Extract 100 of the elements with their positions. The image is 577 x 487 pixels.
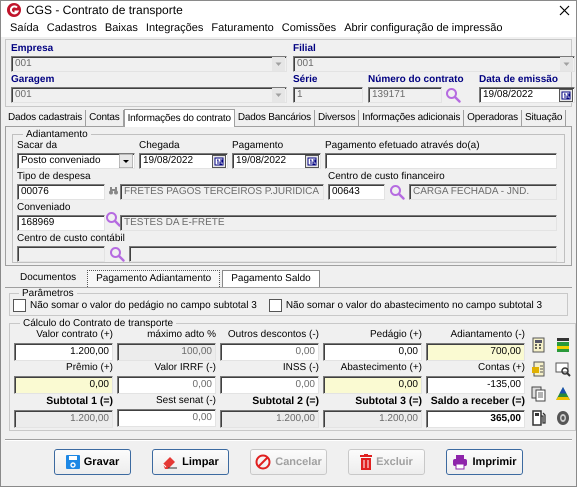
save-icon xyxy=(66,455,80,469)
field-label: Empresa xyxy=(11,43,54,55)
fuel-pump-icon[interactable] xyxy=(531,410,547,426)
action-button[interactable]: Limpar xyxy=(152,449,229,475)
binoculars-icon[interactable] xyxy=(109,186,118,195)
checkbox-label: Não somar o valor do abastecimento no campo subtotal 3 xyxy=(286,300,542,311)
menu-item[interactable]: Abrir configuração de impressão xyxy=(340,20,507,36)
readonly-field[interactable]: 100,00 xyxy=(117,343,216,361)
total-field[interactable]: 1.200,00 xyxy=(323,410,422,428)
calendar-icon[interactable] xyxy=(212,154,226,168)
field-label: Contas (+) xyxy=(477,362,525,374)
search-icon[interactable] xyxy=(445,87,461,103)
calculator-icon[interactable] xyxy=(531,337,547,353)
input-field[interactable]: 1.200,00 xyxy=(14,343,113,361)
date-field[interactable]: 19/08/2022 xyxy=(139,153,228,169)
field-label: Adiantamento (-) xyxy=(450,329,525,341)
field-label: Subtotal 1 (=) xyxy=(45,395,113,408)
field-label: Valor IRRF (-) xyxy=(154,362,216,374)
search-document-icon[interactable] xyxy=(555,361,571,378)
field-label: Centro de custo financeiro xyxy=(328,171,446,183)
calendar-icon[interactable] xyxy=(305,154,319,168)
field-label: Saldo a receber (=) xyxy=(430,395,525,408)
triangle-icon[interactable] xyxy=(555,386,571,402)
action-button[interactable]: Gravar xyxy=(54,449,131,475)
checkbox[interactable] xyxy=(13,299,26,312)
dropdown-field[interactable]: 001 xyxy=(293,56,575,72)
checkbox[interactable] xyxy=(268,299,282,312)
checkbox-label: Não somar o valor do pedágio no campo subtotal 3 xyxy=(30,300,257,311)
input-field[interactable]: 00643 xyxy=(328,184,385,200)
field-label: Garagem xyxy=(11,74,56,86)
field-label: Pedágio (+) xyxy=(369,329,422,341)
field-label: Pagamento efetuado através do(a) xyxy=(325,140,481,152)
menu-item[interactable]: Integrações xyxy=(142,20,208,36)
total-field[interactable]: 365,00 xyxy=(426,410,525,428)
menu-item[interactable]: Comissões xyxy=(278,20,340,36)
tab[interactable]: Documentos xyxy=(11,269,86,287)
input-field[interactable]: 00076 xyxy=(17,184,105,200)
input-field[interactable]: -135,00 xyxy=(426,376,525,394)
group-title: Cálculo do Contrato de transporte xyxy=(22,318,174,329)
description-field: CARGA FECHADA - JND. xyxy=(409,184,557,200)
search-icon[interactable] xyxy=(389,184,405,200)
field-label: INSS (-) xyxy=(282,362,319,374)
input-field[interactable]: 0,00 xyxy=(117,376,216,394)
field-label: Série xyxy=(293,74,318,86)
date-field[interactable]: 19/08/2022 xyxy=(479,87,575,103)
description-field: FRETES PAGOS TERCEIROS P.JURIDICA xyxy=(120,184,324,200)
input-field[interactable]: 0,00 xyxy=(117,409,216,427)
search-icon[interactable] xyxy=(109,246,125,262)
menu-item[interactable]: Cadastros xyxy=(42,20,101,36)
field-label: Abastecimento (+) xyxy=(340,362,422,374)
search-icon[interactable] xyxy=(105,211,121,227)
window-title: CGS - Contrato de transporte xyxy=(26,3,184,18)
field-label: Número do contrato xyxy=(368,74,465,86)
field-label: Sest senat (-) xyxy=(154,395,216,407)
tab[interactable]: Pagamento Saldo xyxy=(222,270,320,287)
menu-item[interactable]: Saída xyxy=(6,20,43,36)
field-label: Outros descontos (-) xyxy=(226,329,319,341)
input-field[interactable]: 0,00 xyxy=(323,376,422,394)
total-field[interactable]: 1.200,00 xyxy=(220,410,319,428)
total-field[interactable]: 1.200,00 xyxy=(14,410,113,428)
dropdown-field[interactable]: 001 xyxy=(11,56,287,72)
input-field[interactable]: 0,00 xyxy=(323,343,422,361)
input-field[interactable] xyxy=(17,246,105,262)
menu-item[interactable]: Baixas xyxy=(100,20,142,36)
series-field[interactable]: 1 xyxy=(293,87,363,103)
field-label: Filial xyxy=(293,43,317,55)
field-label: Data de emissão xyxy=(479,74,559,86)
field-label: Centro de custo contábil xyxy=(17,233,126,245)
menu-item[interactable]: Faturamento xyxy=(207,20,278,36)
field-label: Pagamento xyxy=(232,140,284,152)
trash-icon xyxy=(360,454,372,470)
tire-icon[interactable] xyxy=(555,410,571,426)
action-button[interactable]: Imprimir xyxy=(446,449,523,475)
tab[interactable]: Pagamento Adiantamento xyxy=(87,270,220,287)
input-field[interactable] xyxy=(325,153,557,169)
field-label: Chegada xyxy=(139,140,181,152)
input-field[interactable]: 0,00 xyxy=(220,376,319,394)
field-label: Subtotal 3 (=) xyxy=(354,395,422,408)
close-icon[interactable] xyxy=(559,4,570,16)
group-title: Adiantamento xyxy=(25,129,89,140)
input-field[interactable]: 168969 xyxy=(17,215,105,231)
calendar-icon[interactable] xyxy=(559,88,573,102)
input-field[interactable]: 0,00 xyxy=(220,343,319,361)
input-field[interactable]: 700,00 xyxy=(426,343,525,361)
documents-icon[interactable] xyxy=(531,386,547,402)
tab[interactable]: Informações do contrato xyxy=(124,109,235,127)
eraser-icon xyxy=(162,455,178,469)
dropdown-field[interactable]: 001 xyxy=(11,87,287,103)
input-field[interactable]: 0,00 xyxy=(14,376,113,394)
field-label: Subtotal 2 (=) xyxy=(251,395,319,408)
flag-icon[interactable] xyxy=(555,337,571,353)
field-label: Tipo de despesa xyxy=(17,171,92,183)
prohibited-icon xyxy=(255,454,272,470)
document-icon[interactable] xyxy=(531,361,547,378)
group-title: Parâmetros xyxy=(21,288,75,299)
date-field[interactable]: 19/08/2022 xyxy=(232,153,321,169)
contract-number-field[interactable]: 139171 xyxy=(368,87,442,103)
dropdown-arrow-icon[interactable] xyxy=(119,154,133,168)
field-label: Valor contrato (+) xyxy=(35,329,113,341)
dropdown-field[interactable]: Posto conveniado xyxy=(17,153,135,169)
